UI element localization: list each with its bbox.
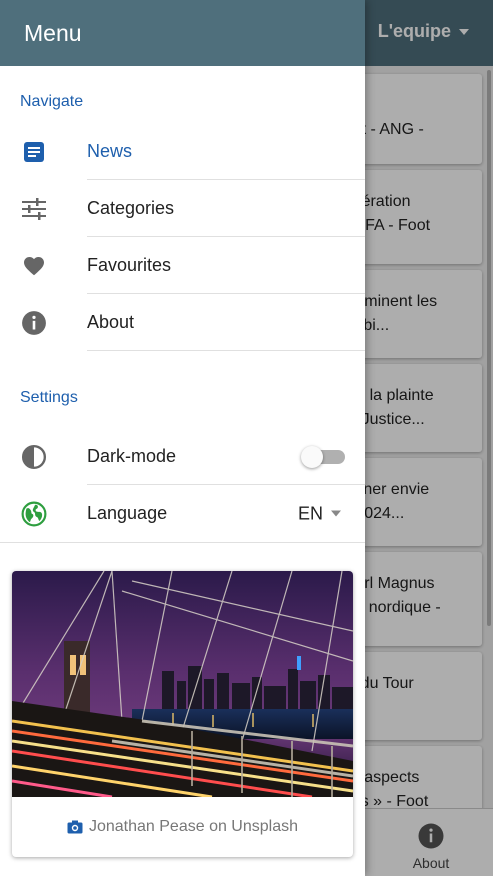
info-icon (21, 310, 47, 336)
sliders-icon (21, 196, 47, 222)
drawer-header: Menu (0, 0, 365, 66)
navigate-section-title: Navigate (20, 93, 84, 110)
language-setting[interactable]: Language EN (0, 485, 365, 542)
dark-mode-toggle[interactable] (301, 445, 345, 468)
cover-photo (12, 571, 353, 797)
language-value: EN (297, 503, 323, 523)
dark-mode-setting[interactable]: Dark-mode (0, 428, 365, 485)
nav-item-label: Categories (87, 198, 175, 218)
nav-item-favourites[interactable]: Favourites (0, 237, 365, 294)
nav-item-categories[interactable]: Categories (0, 180, 365, 237)
divider (87, 350, 365, 351)
nav-item-about[interactable]: About (0, 294, 365, 351)
nav-item-label: News (87, 141, 133, 161)
news-icon (21, 139, 47, 165)
nav-item-news[interactable]: News (0, 123, 365, 180)
drawer-title: Menu (24, 19, 82, 46)
dark-mode-label: Dark-mode (87, 446, 177, 466)
contrast-icon (21, 444, 47, 470)
settings-section-title: Settings (20, 389, 78, 406)
chevron-down-icon (331, 510, 341, 517)
heart-icon (21, 253, 47, 279)
photo-credit[interactable]: Jonathan Pease on Unsplash (12, 797, 353, 857)
language-select[interactable]: EN (298, 503, 341, 524)
divider (0, 542, 365, 543)
photo-card[interactable]: Jonathan Pease on Unsplash (12, 571, 353, 857)
language-label: Language (87, 503, 168, 523)
navigation-drawer: Menu Navigate News Categories Favourites… (0, 0, 365, 876)
nav-item-label: Favourites (87, 255, 172, 275)
photo-credit-text: Jonathan Pease on Unsplash (88, 818, 299, 835)
nav-item-label: About (87, 312, 135, 332)
camera-icon (67, 820, 83, 834)
globe-icon (21, 501, 47, 527)
toggle-thumb (301, 445, 323, 468)
